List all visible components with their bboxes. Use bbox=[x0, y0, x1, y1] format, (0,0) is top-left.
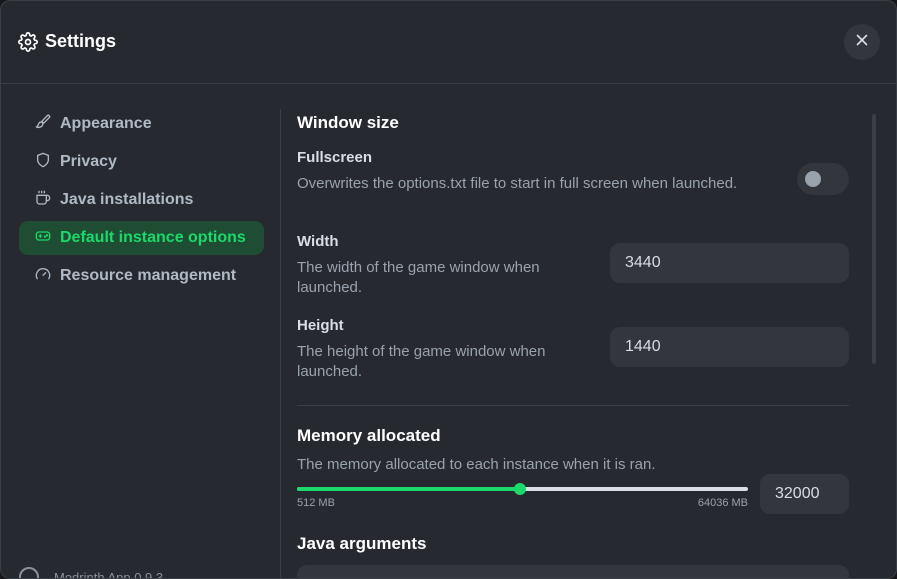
modrinth-logo-icon bbox=[19, 567, 39, 578]
gamepad-icon bbox=[35, 228, 60, 249]
java-arguments-input[interactable] bbox=[297, 565, 849, 578]
memory-max-label: 64036 MB bbox=[697, 497, 748, 509]
fullscreen-label: Fullscreen bbox=[297, 149, 373, 166]
height-input[interactable]: 1440 bbox=[610, 327, 849, 367]
memory-input[interactable]: 32000 bbox=[760, 474, 849, 514]
close-icon bbox=[853, 31, 871, 54]
width-label: Width bbox=[297, 233, 339, 250]
sidebar-item-label: Java installations bbox=[60, 191, 194, 208]
java-arguments-title: Java arguments bbox=[297, 534, 427, 553]
gear-icon bbox=[18, 32, 38, 52]
toggle-knob bbox=[805, 171, 821, 187]
modal-title: Settings bbox=[45, 31, 117, 51]
width-description: The width of the game window when launch… bbox=[297, 259, 540, 296]
shield-icon bbox=[35, 152, 60, 173]
sidebar-item-appearance[interactable]: Appearance bbox=[19, 107, 264, 141]
slider-thumb[interactable] bbox=[514, 483, 527, 495]
sidebar-item-privacy[interactable]: Privacy bbox=[19, 145, 264, 179]
sidebar-item-java-installations[interactable]: Java installations bbox=[19, 183, 264, 217]
memory-title: Memory allocated bbox=[297, 426, 441, 445]
sidebar-item-label: Default instance options bbox=[60, 229, 246, 246]
fullscreen-description: Overwrites the options.txt file to start… bbox=[297, 175, 738, 192]
settings-modal: Settings Appearance Privacy Java install… bbox=[0, 0, 897, 579]
height-description: The height of the game window when launc… bbox=[297, 343, 546, 380]
app-version: Modrinth App 0.9.3 bbox=[19, 567, 164, 579]
sidebar-item-default-instance-options[interactable]: Default instance options bbox=[19, 221, 264, 255]
memory-description: The memory allocated to each instance wh… bbox=[297, 456, 656, 473]
sidebar-item-label: Privacy bbox=[60, 153, 117, 170]
app-version-label: Modrinth App 0.9.3 bbox=[54, 569, 164, 579]
sidebar-item-resource-management[interactable]: Resource management bbox=[19, 259, 264, 293]
height-label: Height bbox=[297, 317, 344, 334]
close-button[interactable] bbox=[844, 24, 880, 60]
sidebar-item-label: Resource management bbox=[60, 267, 237, 284]
window-size-title: Window size bbox=[297, 113, 399, 132]
modal-header: Settings bbox=[1, 1, 896, 84]
coffee-icon bbox=[35, 190, 60, 211]
memory-min-label: 512 MB bbox=[297, 497, 335, 509]
slider-fill bbox=[297, 487, 521, 491]
sidebar-divider bbox=[280, 109, 281, 578]
fullscreen-toggle[interactable] bbox=[797, 163, 849, 195]
settings-sidebar: Appearance Privacy Java installations De… bbox=[19, 107, 264, 297]
sidebar-item-label: Appearance bbox=[60, 115, 152, 132]
width-input[interactable]: 3440 bbox=[610, 243, 849, 283]
section-divider bbox=[297, 405, 849, 406]
paintbrush-icon bbox=[35, 114, 60, 135]
content-scrollbar[interactable] bbox=[872, 114, 876, 364]
gauge-icon bbox=[35, 266, 60, 287]
